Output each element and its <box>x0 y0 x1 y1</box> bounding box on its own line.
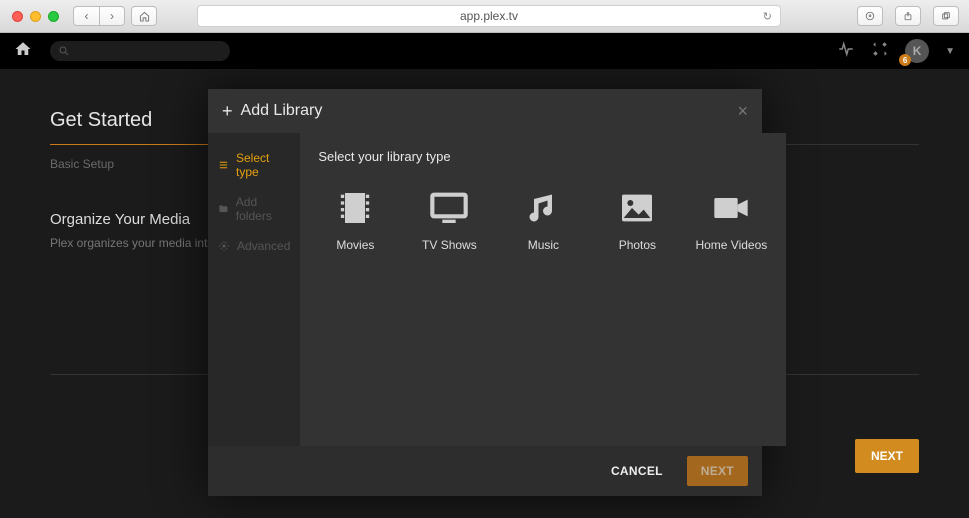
library-types: Movies TV Shows Music <box>318 188 768 252</box>
step-label: Advanced <box>237 239 290 253</box>
address-bar[interactable]: app.plex.tv ↻ <box>197 5 781 27</box>
gear-icon <box>218 240 230 252</box>
list-icon <box>218 159 229 171</box>
type-movies[interactable]: Movies <box>318 188 392 252</box>
music-icon <box>520 188 566 228</box>
modal-footer: CANCEL NEXT <box>208 446 762 496</box>
share-button[interactable] <box>895 6 921 26</box>
maximize-window-icon[interactable] <box>48 11 59 22</box>
step-select-type[interactable]: Select type <box>208 143 300 187</box>
tabs-button[interactable] <box>933 6 959 26</box>
type-label: Movies <box>336 238 374 252</box>
type-music[interactable]: Music <box>506 188 580 252</box>
photos-icon <box>614 188 660 228</box>
nav-buttons: ‹ › <box>73 6 125 26</box>
step-label: Select type <box>236 151 290 179</box>
tv-icon <box>426 188 472 228</box>
step-advanced[interactable]: Advanced <box>208 231 300 261</box>
window-controls <box>12 11 59 22</box>
type-photos[interactable]: Photos <box>600 188 674 252</box>
prompt-text: Select your library type <box>318 149 768 164</box>
back-button[interactable]: ‹ <box>73 6 99 26</box>
forward-button[interactable]: › <box>99 6 125 26</box>
modal-header: + Add Library × <box>208 89 762 133</box>
home-icon[interactable] <box>14 40 32 63</box>
type-label: Home Videos <box>695 238 767 252</box>
type-label: Music <box>528 238 559 252</box>
modal-title: Add Library <box>241 102 323 120</box>
main-area: Get Started Basic Setup Organize Your Me… <box>0 69 969 518</box>
folder-icon <box>218 203 229 215</box>
close-window-icon[interactable] <box>12 11 23 22</box>
reload-icon[interactable]: ↻ <box>763 10 772 23</box>
browser-chrome: ‹ › app.plex.tv ↻ <box>0 0 969 33</box>
avatar-letter: K <box>913 44 922 58</box>
home-button-browser[interactable] <box>131 6 157 26</box>
step-label: Add folders <box>236 195 291 223</box>
type-label: Photos <box>619 238 656 252</box>
plus-icon: + <box>222 101 233 122</box>
home-videos-icon <box>708 188 754 228</box>
settings-icon[interactable] <box>871 40 889 63</box>
add-library-modal: + Add Library × Select type Add folders … <box>208 89 762 496</box>
type-home-videos[interactable]: Home Videos <box>694 188 768 252</box>
search-icon <box>58 45 70 57</box>
notification-badge: 6 <box>899 54 911 66</box>
activity-icon[interactable] <box>837 40 855 63</box>
search-input[interactable] <box>50 41 230 61</box>
minimize-window-icon[interactable] <box>30 11 41 22</box>
toolbar-right <box>851 6 959 26</box>
cancel-button[interactable]: CANCEL <box>597 456 677 486</box>
chevron-down-icon[interactable]: ▼ <box>945 46 955 57</box>
step-list: Select type Add folders Advanced <box>208 133 300 446</box>
url-text: app.plex.tv <box>460 9 518 23</box>
movies-icon <box>332 188 378 228</box>
app-top-bar: K 6 ▼ <box>0 33 969 69</box>
page-next-button[interactable]: NEXT <box>855 439 919 473</box>
user-avatar[interactable]: K 6 <box>905 39 929 63</box>
modal-next-button[interactable]: NEXT <box>687 456 748 486</box>
type-tv-shows[interactable]: TV Shows <box>412 188 486 252</box>
modal-body: Select type Add folders Advanced Select … <box>208 133 762 446</box>
type-label: TV Shows <box>422 238 477 252</box>
step-add-folders[interactable]: Add folders <box>208 187 300 231</box>
close-icon[interactable]: × <box>737 101 748 122</box>
download-button[interactable] <box>857 6 883 26</box>
modal-content: Select your library type Movies TV Shows <box>300 133 786 446</box>
